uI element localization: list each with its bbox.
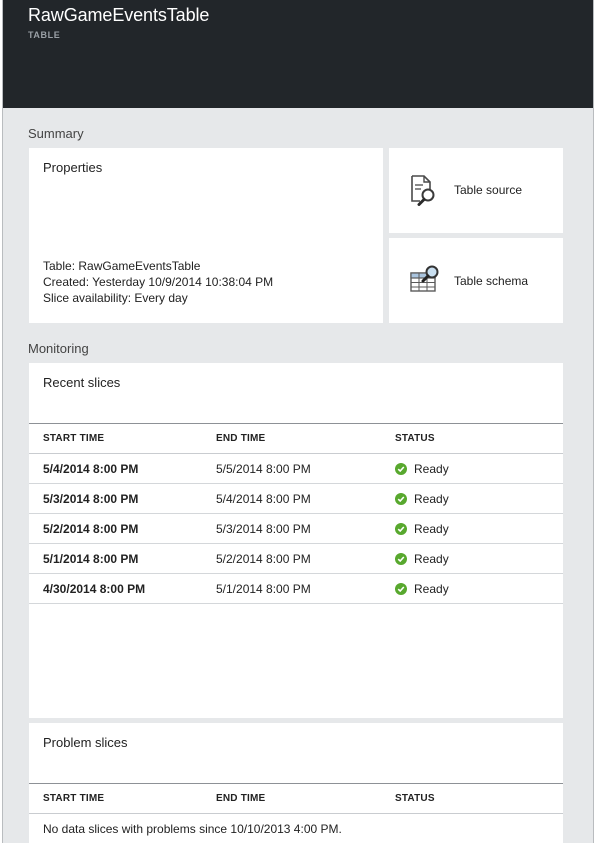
- status-badge: Ready: [395, 552, 449, 566]
- column-start-time[interactable]: START TIME: [29, 423, 216, 454]
- slice-start-time: 4/30/2014 8:00 PM: [29, 573, 216, 604]
- recent-slices-title: Recent slices: [43, 375, 121, 390]
- column-start-time[interactable]: START TIME: [29, 783, 216, 814]
- status-text: Ready: [414, 461, 449, 476]
- slice-status-cell: Ready: [395, 543, 563, 574]
- properties-tile[interactable]: Properties Table: RawGameEventsTable Cre…: [29, 148, 383, 323]
- table-search-icon: [409, 265, 441, 297]
- checkmark-icon: [395, 582, 407, 595]
- slice-start-time: 5/3/2014 8:00 PM: [29, 483, 216, 514]
- checkmark-icon: [395, 522, 407, 535]
- checkmark-icon: [395, 462, 407, 475]
- blade-title: RawGameEventsTable: [28, 5, 210, 25]
- column-status[interactable]: STATUS: [395, 783, 563, 814]
- summary-section-label: Summary: [28, 126, 84, 141]
- table-row[interactable]: 4/30/2014 8:00 PM 5/1/2014 8:00 PM Ready: [29, 573, 563, 604]
- column-status[interactable]: STATUS: [395, 423, 563, 454]
- slice-end-time: 5/3/2014 8:00 PM: [216, 513, 395, 544]
- table-blade: RawGameEventsTable TABLE Summary Propert…: [2, 0, 594, 843]
- table-header-row: START TIME END TIME STATUS: [29, 423, 563, 454]
- document-search-icon: [409, 174, 439, 206]
- table-source-label: Table source: [454, 183, 523, 197]
- slice-status-cell: Ready: [395, 453, 563, 484]
- slice-start-time: 5/1/2014 8:00 PM: [29, 543, 216, 574]
- slice-end-time: 5/5/2014 8:00 PM: [216, 453, 395, 484]
- column-end-time[interactable]: END TIME: [216, 783, 395, 814]
- properties-title: Properties: [43, 160, 103, 175]
- status-text: Ready: [414, 551, 449, 566]
- status-text: Ready: [414, 581, 449, 596]
- problem-slices-title: Problem slices: [43, 735, 128, 750]
- blade-header: RawGameEventsTable TABLE: [3, 0, 593, 108]
- status-badge: Ready: [395, 582, 449, 596]
- recent-slices-table: START TIME END TIME STATUS 5/4/2014 8:00…: [29, 423, 563, 604]
- problem-slices-tile[interactable]: Problem slices START TIME END TIME STATU…: [29, 723, 563, 843]
- blade-subtitle: TABLE: [28, 30, 61, 40]
- table-schema-tile[interactable]: Table schema: [389, 238, 563, 323]
- checkmark-icon: [395, 492, 407, 505]
- no-problems-message: No data slices with problems since 10/10…: [43, 822, 342, 836]
- column-end-time[interactable]: END TIME: [216, 423, 395, 454]
- slice-status-cell: Ready: [395, 513, 563, 544]
- property-created: Created: Yesterday 10/9/2014 10:38:04 PM: [43, 275, 274, 289]
- slice-end-time: 5/2/2014 8:00 PM: [216, 543, 395, 574]
- slice-status-cell: Ready: [395, 483, 563, 514]
- property-slice-availability: Slice availability: Every day: [43, 291, 188, 305]
- status-text: Ready: [414, 521, 449, 536]
- problem-slices-table: START TIME END TIME STATUS: [29, 783, 563, 814]
- monitoring-section-label: Monitoring: [28, 341, 89, 356]
- status-badge: Ready: [395, 462, 449, 476]
- slice-end-time: 5/4/2014 8:00 PM: [216, 483, 395, 514]
- table-source-tile[interactable]: Table source: [389, 148, 563, 233]
- status-text: Ready: [414, 491, 449, 506]
- table-row[interactable]: 5/2/2014 8:00 PM 5/3/2014 8:00 PM Ready: [29, 513, 563, 544]
- table-header-row: START TIME END TIME STATUS: [29, 783, 563, 814]
- slice-start-time: 5/4/2014 8:00 PM: [29, 453, 216, 484]
- table-schema-label: Table schema: [454, 274, 529, 288]
- table-row[interactable]: 5/4/2014 8:00 PM 5/5/2014 8:00 PM Ready: [29, 453, 563, 484]
- recent-slices-tile[interactable]: Recent slices START TIME END TIME STATUS…: [29, 363, 563, 718]
- slice-end-time: 5/1/2014 8:00 PM: [216, 573, 395, 604]
- property-table: Table: RawGameEventsTable: [43, 259, 201, 273]
- checkmark-icon: [395, 552, 407, 565]
- slice-status-cell: Ready: [395, 573, 563, 604]
- status-badge: Ready: [395, 492, 449, 506]
- properties-details: Table: RawGameEventsTable Created: Yeste…: [43, 258, 273, 306]
- status-badge: Ready: [395, 522, 449, 536]
- table-row[interactable]: 5/3/2014 8:00 PM 5/4/2014 8:00 PM Ready: [29, 483, 563, 514]
- slice-start-time: 5/2/2014 8:00 PM: [29, 513, 216, 544]
- table-row[interactable]: 5/1/2014 8:00 PM 5/2/2014 8:00 PM Ready: [29, 543, 563, 574]
